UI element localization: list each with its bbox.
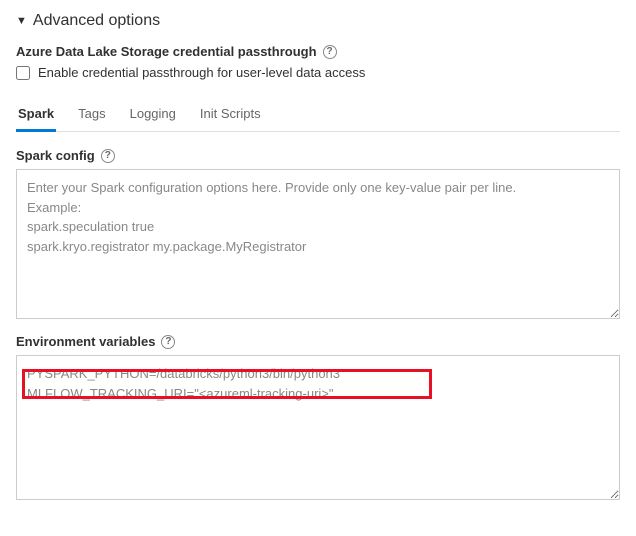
tab-spark[interactable]: Spark [16,98,56,132]
env-vars-label: Environment variables ? [16,334,620,349]
env-vars-label-text: Environment variables [16,334,155,349]
passthrough-heading: Azure Data Lake Storage credential passt… [16,44,620,59]
passthrough-checkbox-row[interactable]: Enable credential passthrough for user-l… [16,65,620,80]
caret-down-icon: ▼ [16,15,27,27]
help-icon[interactable]: ? [323,45,337,59]
advanced-options-header[interactable]: ▼ Advanced options [16,12,620,30]
passthrough-heading-text: Azure Data Lake Storage credential passt… [16,44,317,59]
help-icon[interactable]: ? [101,149,115,163]
spark-config-label: Spark config ? [16,148,620,163]
tab-tags[interactable]: Tags [76,98,107,132]
tab-init-scripts[interactable]: Init Scripts [198,98,263,132]
spark-config-label-text: Spark config [16,148,95,163]
passthrough-checkbox-label: Enable credential passthrough for user-l… [38,65,365,80]
passthrough-checkbox[interactable] [16,66,30,80]
env-vars-input[interactable] [16,355,620,500]
tab-logging[interactable]: Logging [128,98,178,132]
help-icon[interactable]: ? [161,335,175,349]
tabs: Spark Tags Logging Init Scripts [16,98,620,132]
spark-config-input[interactable] [16,169,620,319]
env-vars-wrapper [16,355,620,503]
section-title: Advanced options [33,12,160,30]
